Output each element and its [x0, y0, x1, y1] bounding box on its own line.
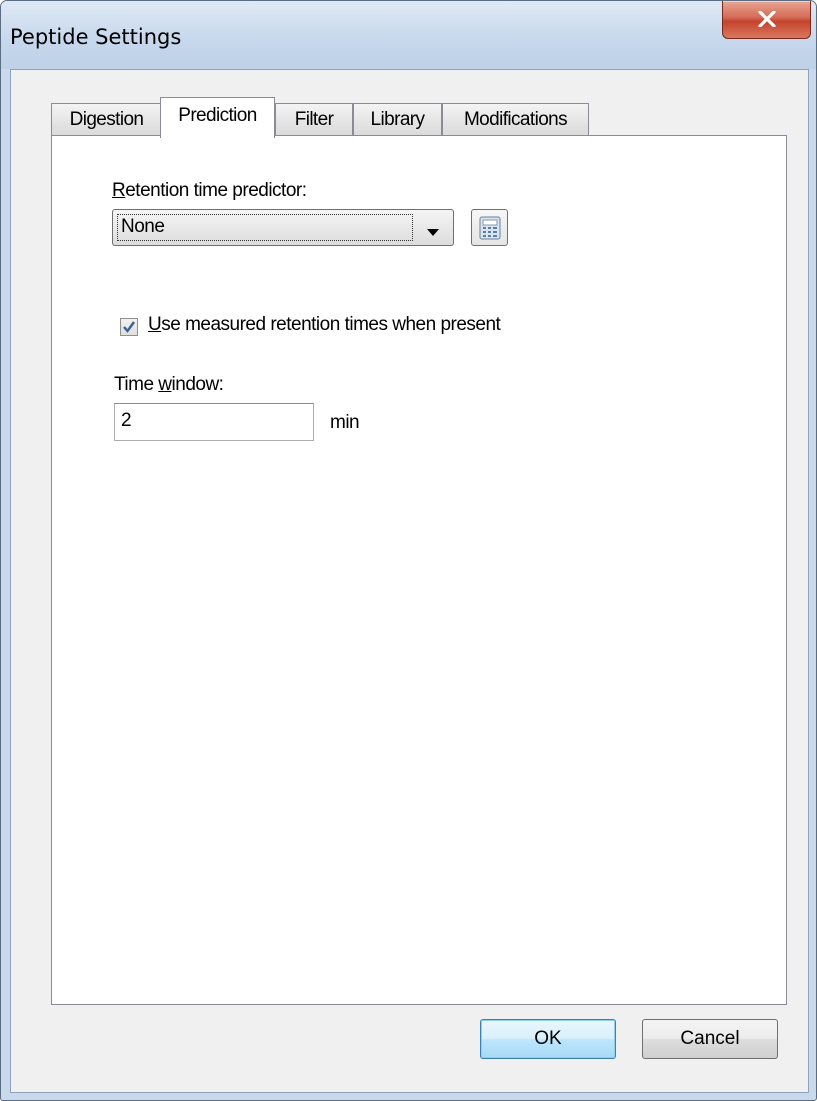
tab-label: Filter [294, 109, 334, 130]
title-bar[interactable]: Peptide Settings [1, 1, 816, 69]
cancel-button[interactable]: Cancel [642, 1019, 778, 1059]
chevron-down-icon [427, 224, 439, 242]
calculator-button[interactable] [471, 209, 508, 246]
dialog-client-area: Digestion Prediction Filter Library Modi… [10, 69, 809, 1093]
use-measured-checkbox[interactable] [120, 318, 138, 336]
tab-filter[interactable]: Filter [275, 103, 353, 136]
close-button[interactable] [722, 1, 811, 39]
window-title: Peptide Settings [10, 25, 182, 49]
time-window-input[interactable]: 2 [114, 403, 314, 441]
dialog-window: Peptide Settings Digestion Prediction Fi… [0, 0, 817, 1101]
prediction-tab-panel: Retention time predictor: None Use measu… [51, 135, 787, 1005]
tab-label: Digestion [69, 109, 144, 130]
rt-predictor-selected-value: None [121, 216, 165, 237]
tab-prediction[interactable]: Prediction [160, 97, 275, 138]
tab-modifications[interactable]: Modifications [442, 103, 589, 136]
rt-predictor-dropdown[interactable]: None [112, 209, 454, 246]
tab-digestion[interactable]: Digestion [51, 103, 162, 136]
tab-library[interactable]: Library [353, 103, 442, 136]
tab-label: Modifications [463, 109, 568, 130]
time-window-label: Time window: [114, 374, 224, 395]
use-measured-label[interactable]: Use measured retention times when presen… [148, 314, 501, 336]
tab-label: Library [370, 109, 425, 130]
tab-label: Prediction [178, 105, 257, 126]
time-window-unit: min [330, 412, 360, 433]
ok-button[interactable]: OK [480, 1019, 616, 1059]
rt-predictor-label: Retention time predictor: [112, 180, 307, 201]
